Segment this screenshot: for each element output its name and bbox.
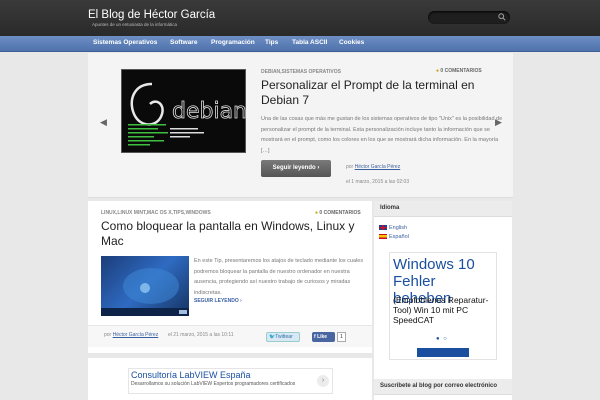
search-input[interactable] [428, 11, 510, 24]
author-link[interactable]: Héctor García Pérez [355, 164, 401, 170]
post-categories[interactable]: LINUX,LINUX MINT,MAC OS X,TIPS,WINDOWS [101, 210, 211, 216]
post-byline: por Héctor García Pérez [104, 332, 158, 338]
seguir-leyendo-button[interactable]: Seguir leyendo › [261, 160, 331, 177]
site-tagline: Apuntes de un entusiasta de la informáti… [92, 22, 178, 27]
slide-title[interactable]: Personalizar el Prompt de la terminal en… [261, 78, 506, 108]
twitter-label: Twittear [275, 334, 293, 340]
ad-carousel-dots[interactable]: ● ○ [436, 336, 448, 342]
subscribe-heading: Suscríbete al blog por correo electrónic… [374, 379, 512, 395]
nav-item-sistemas-operativos[interactable]: Sistemas Operativos [93, 39, 157, 46]
slide-date: el 1 marzo, 2015 a las 02:03 [346, 179, 410, 185]
site-title[interactable]: El Blog de Héctor García [88, 9, 215, 21]
uk-flag-icon [379, 225, 387, 231]
labview-ad[interactable]: Consultoría LabVIEW España Desarrollamos… [128, 368, 333, 394]
post-comments-label: 0 COMENTARIOS [319, 210, 361, 216]
debian-swirl-icon: debian [128, 82, 247, 146]
comment-dot-icon: ● [315, 210, 319, 216]
featured-slider: ◀ ▶ debian DEBIAN,SISTEMAS OPERATIVOS ● … [88, 53, 513, 198]
search-icon[interactable] [498, 13, 506, 21]
slide-byline: por Héctor García Pérez [346, 164, 400, 170]
post-footer: por Héctor García Pérez el 21 marzo, 201… [88, 325, 372, 347]
ad-cta-bar[interactable] [417, 348, 469, 357]
slide-categories[interactable]: DEBIAN,SISTEMAS OPERATIVOS [261, 69, 341, 75]
windows-lock-screen-icon [101, 268, 189, 316]
nav-item-cookies[interactable]: Cookies [339, 39, 364, 46]
twitter-share-button[interactable]: 🐦Twittear [266, 332, 300, 342]
like-count: 1 [337, 332, 346, 342]
chevron-right-icon: › [317, 165, 320, 171]
language-spanish[interactable]: Español [379, 234, 409, 240]
post-excerpt: En este Tip, presentaremos los atajos de… [194, 258, 364, 296]
post-thumbnail[interactable] [101, 256, 189, 316]
slide-comments[interactable]: ● 0 COMENTARIOS [436, 68, 482, 74]
thumbs-up-icon: f [314, 334, 316, 340]
nav-item-tabla-ascii[interactable]: Tabla ASCII [292, 39, 327, 46]
slide-thumbnail[interactable]: debian [121, 69, 247, 153]
facebook-like-button[interactable]: f Like [312, 332, 335, 342]
post-comments[interactable]: ● 0 COMENTARIOS [315, 210, 361, 216]
spain-flag-icon [379, 234, 387, 240]
seguir-leyendo-label: Seguir leyendo [272, 165, 316, 171]
ad-subtitle: Desarrollamos su solución LabVIEW Expert… [131, 381, 296, 387]
sidebar: Idioma English Español Windows 10 Fehler… [374, 201, 512, 400]
language-english[interactable]: English [379, 225, 407, 231]
slide-excerpt: Una de las cosas que más me gustan de lo… [261, 116, 503, 154]
post-read-more-link[interactable]: SEGUIR LEYENDO › [194, 298, 242, 304]
post-date: el 21 marzo, 2015 a las 10:11 [168, 332, 234, 338]
post-title[interactable]: Como bloquear la pantalla en Windows, Li… [101, 219, 361, 249]
language-label: Español [389, 234, 409, 240]
idioma-heading: Idioma [374, 201, 512, 217]
post-card: LINUX,LINUX MINT,MAC OS X,TIPS,WINDOWS ●… [88, 201, 372, 353]
nav-item-programacion[interactable]: Programación [211, 39, 255, 46]
slider-prev-arrow-icon[interactable]: ◀ [100, 117, 107, 128]
comment-dot-icon: ● [436, 68, 440, 74]
debian-logo-text: debian [172, 99, 247, 124]
post-read-more-label: SEGUIR LEYENDO [194, 298, 239, 304]
like-label: Like [317, 334, 328, 340]
bottom-ad-area: Consultoría LabVIEW España Desarrollamos… [88, 358, 372, 400]
chevron-right-icon: › [240, 298, 242, 304]
byline-prefix: por [104, 332, 112, 338]
language-label: English [389, 225, 408, 231]
ad-subtitle: (Empfohlenes Reparatur-Tool) Win 10 mit … [393, 295, 489, 325]
ad-chevron-right-icon[interactable]: › [317, 375, 329, 387]
site-header: El Blog de Héctor García Apuntes de un e… [0, 0, 600, 36]
nav-item-software[interactable]: Software [170, 39, 197, 46]
slide-comments-label: 0 COMENTARIOS [440, 68, 482, 74]
author-link[interactable]: Héctor García Pérez [113, 332, 159, 338]
ad-title[interactable]: Consultoría LabVIEW España [131, 370, 251, 380]
main-nav: Sistemas Operativos Software Programació… [0, 36, 600, 52]
byline-prefix: por [346, 164, 354, 170]
nav-item-tips[interactable]: Tips [265, 39, 278, 46]
windows-fix-ad[interactable]: Windows 10 Fehler beheben (Empfohlenes R… [389, 252, 497, 360]
